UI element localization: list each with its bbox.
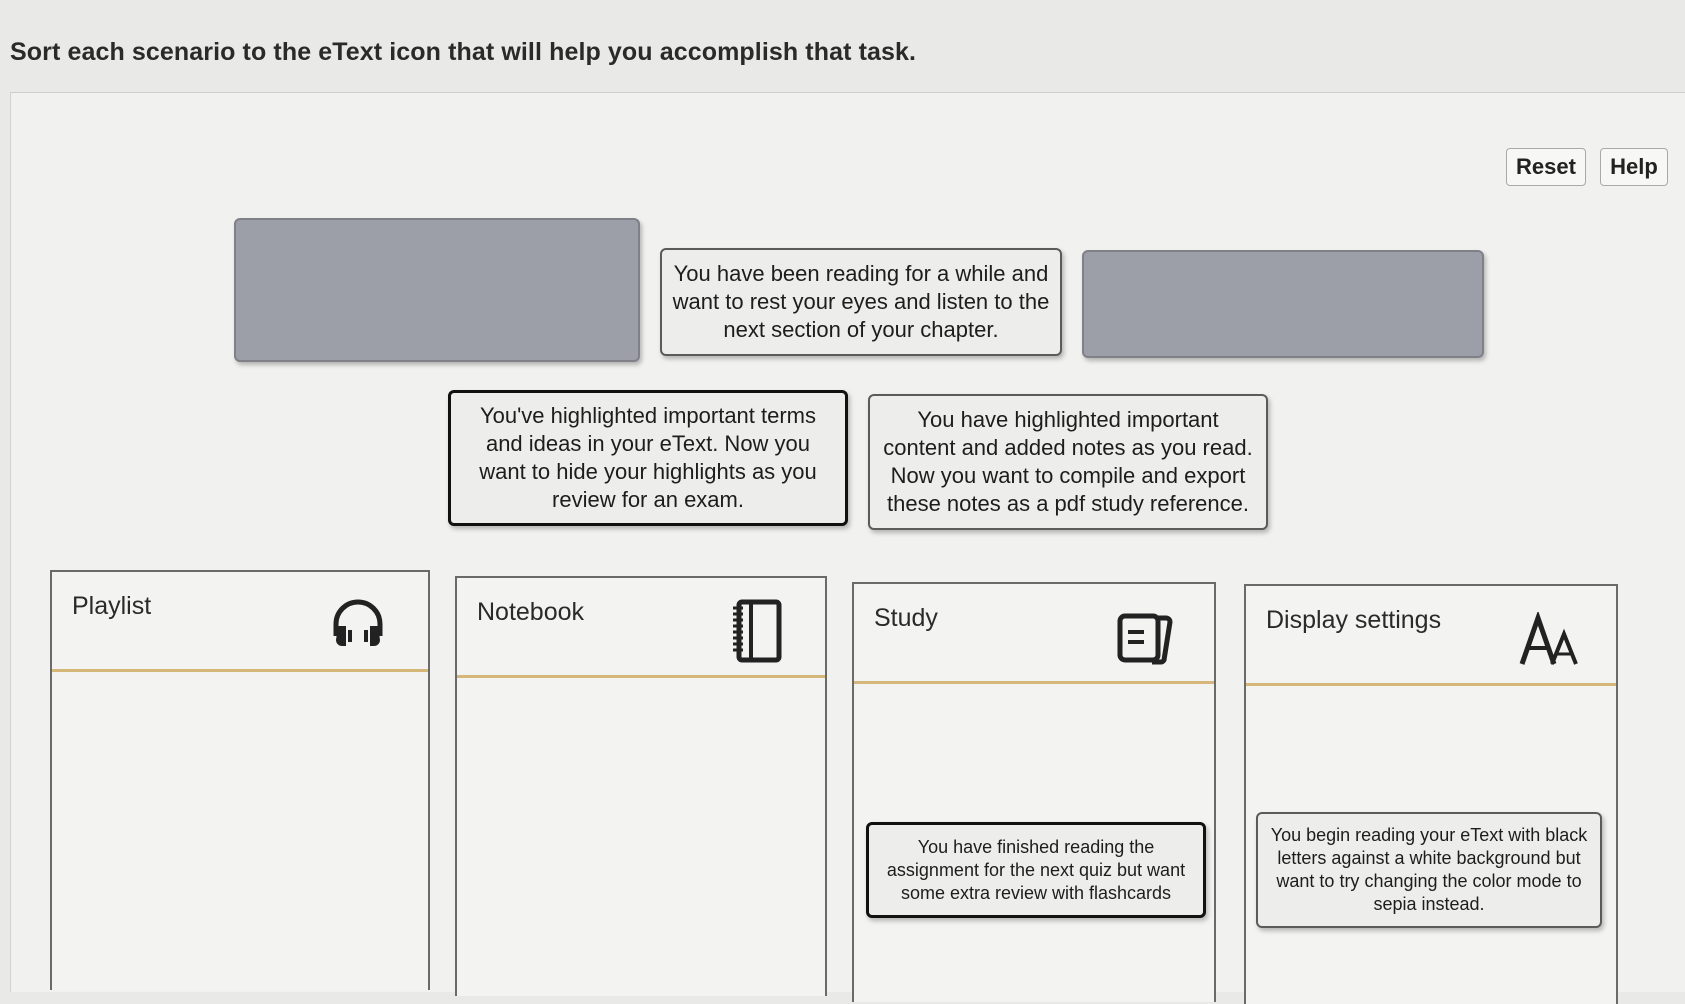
bucket-header: Study <box>854 584 1214 684</box>
scenario-card-text: You have finished reading the assignment… <box>886 836 1186 903</box>
bucket-label: Playlist <box>72 592 152 620</box>
help-button[interactable]: Help <box>1600 148 1668 186</box>
bucket-study[interactable]: Study You have finished reading the assi… <box>852 582 1216 1002</box>
flashcards-icon <box>1114 606 1174 671</box>
empty-card-slot-2 <box>1082 250 1484 358</box>
notebook-icon <box>729 598 785 669</box>
bucket-playlist[interactable]: Playlist <box>50 570 430 990</box>
scenario-card-text: You have highlighted important content a… <box>883 407 1253 516</box>
bucket-header: Display settings <box>1246 586 1616 686</box>
bucket-label: Study <box>874 604 938 632</box>
headphones-icon <box>328 594 388 659</box>
bucket-label: Display settings <box>1266 606 1442 634</box>
text-size-icon <box>1518 610 1580 673</box>
bucket-header: Notebook <box>457 578 825 678</box>
scenario-card-text: You begin reading your eText with black … <box>1270 825 1588 914</box>
scenario-card-text: You've highlighted important terms and i… <box>479 403 817 512</box>
placed-card-flashcards[interactable]: You have finished reading the assignment… <box>866 822 1206 918</box>
placed-card-sepia[interactable]: You begin reading your eText with black … <box>1256 812 1602 928</box>
scenario-card-listen[interactable]: You have been reading for a while and wa… <box>660 248 1062 356</box>
empty-card-slot-1 <box>234 218 640 362</box>
bucket-header: Playlist <box>52 572 428 672</box>
bucket-display-settings[interactable]: Display settings You begin reading your … <box>1244 584 1618 1004</box>
bucket-label: Notebook <box>477 598 585 626</box>
scenario-card-text: You have been reading for a while and wa… <box>672 261 1050 342</box>
scenario-card-export-notes[interactable]: You have highlighted important content a… <box>868 394 1268 530</box>
scenario-card-hide-highlights[interactable]: You've highlighted important terms and i… <box>448 390 848 526</box>
instruction-text: Sort each scenario to the eText icon tha… <box>10 38 917 66</box>
bucket-notebook[interactable]: Notebook <box>455 576 827 996</box>
reset-button[interactable]: Reset <box>1506 148 1586 186</box>
